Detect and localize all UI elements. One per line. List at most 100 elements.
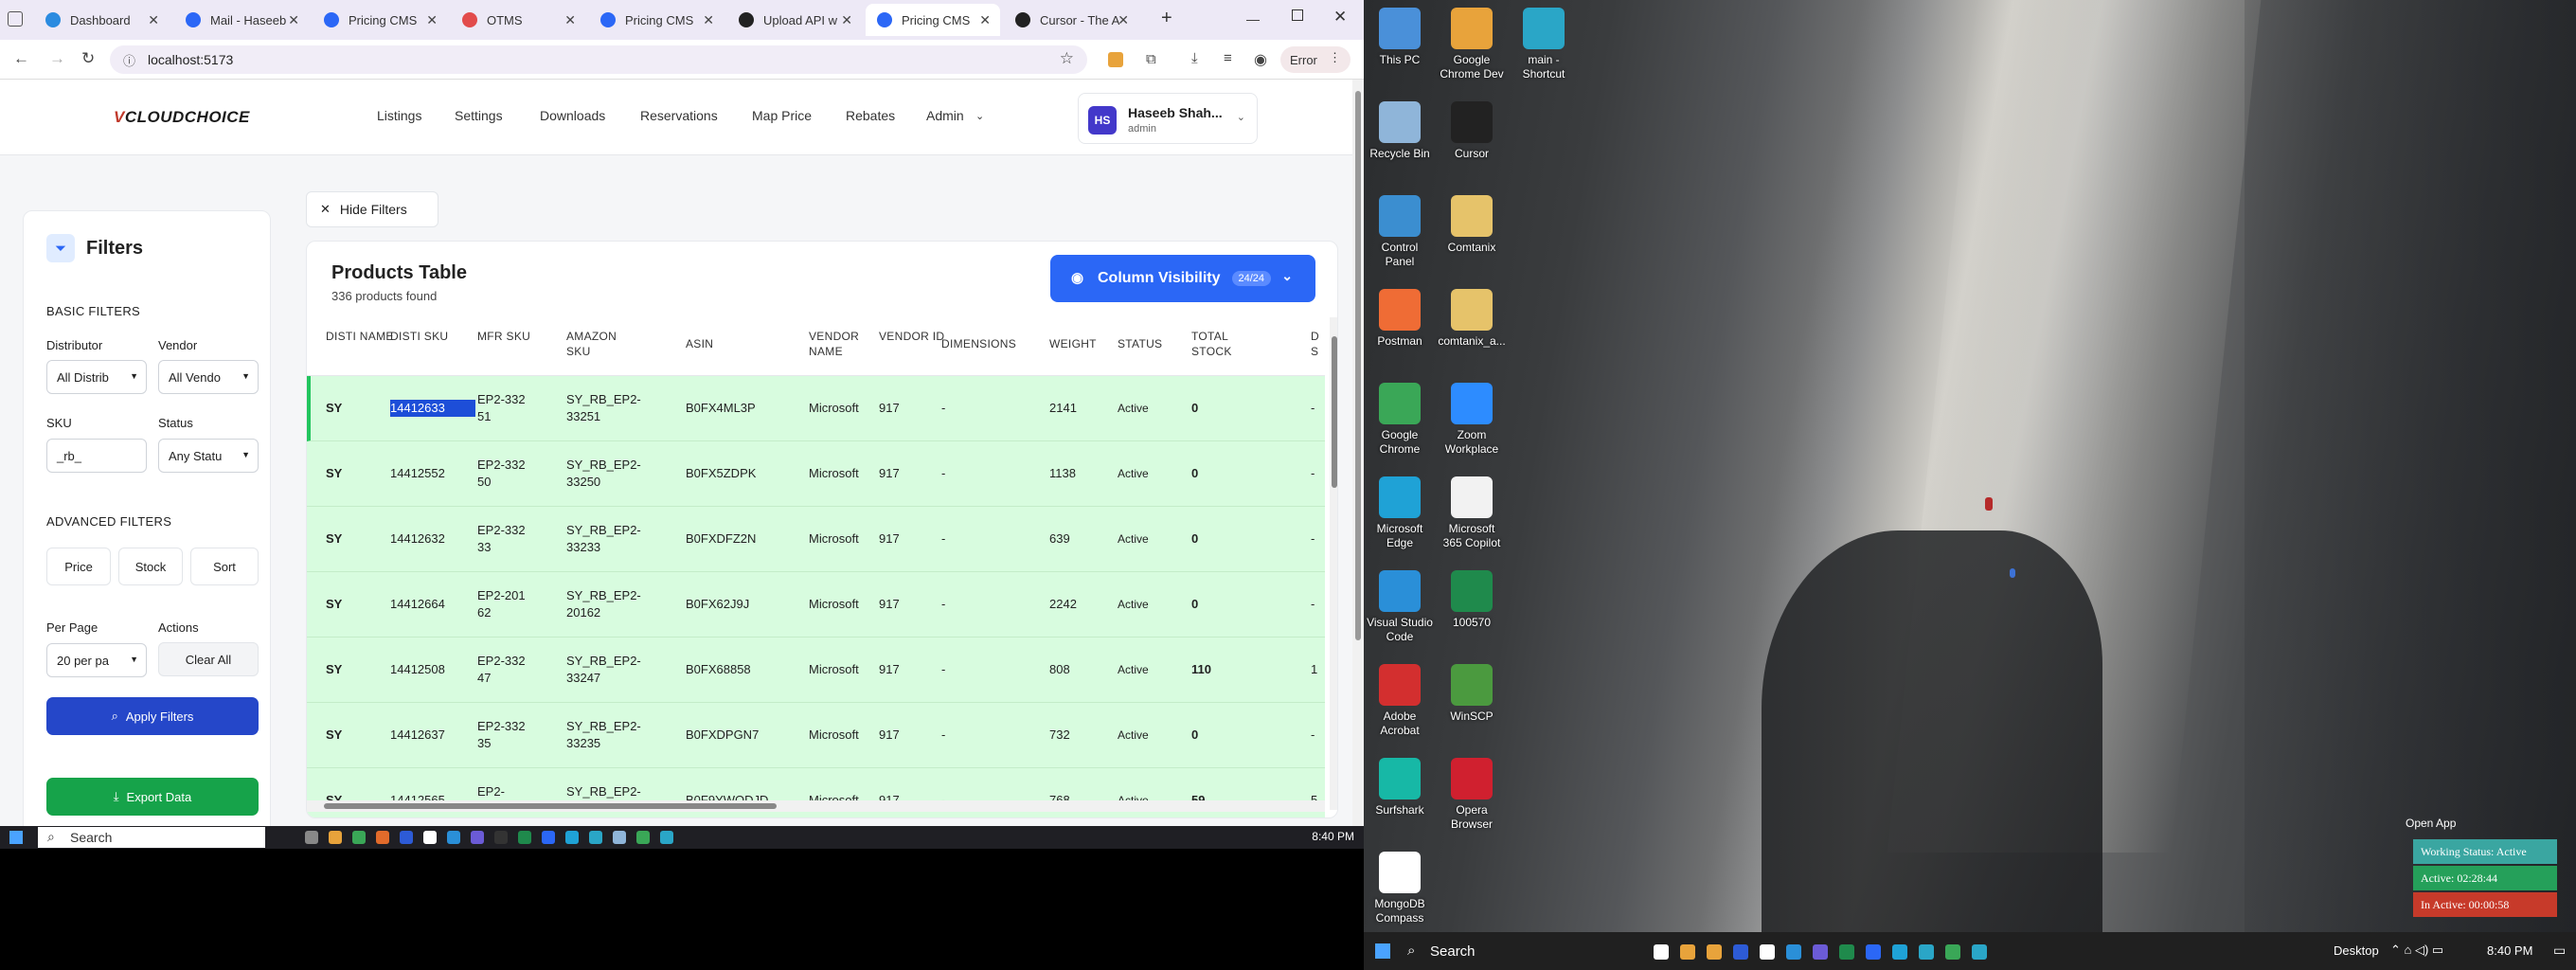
column-header[interactable]: D S — [1311, 329, 1328, 359]
taskbar-app-icon[interactable] — [305, 831, 318, 844]
profile-icon[interactable]: ◉ — [1254, 50, 1267, 69]
notification-icon[interactable]: ▭ — [2553, 943, 2566, 959]
close-icon[interactable]: ✕ — [703, 12, 714, 28]
taskbar-search-input[interactable]: ⌕ Search — [1398, 938, 1625, 964]
column-header[interactable]: DIMENSIONS — [941, 336, 1017, 351]
table-row[interactable]: SY 14412633 EP2-33251 SY_RB_EP2-33251 B0FX4M… — [307, 376, 1325, 441]
taskbar-app-icon[interactable] — [423, 831, 437, 844]
taskbar-app-icon[interactable] — [636, 831, 650, 844]
taskbar-app-icon[interactable] — [613, 831, 626, 844]
extension-icon[interactable] — [1108, 52, 1123, 67]
windows-start-icon[interactable] — [1375, 943, 1390, 959]
taskbar-app-icon[interactable] — [518, 831, 531, 844]
minimize-icon[interactable]: — — [1246, 11, 1260, 27]
desktop-icon-comtanix[interactable]: Comtanix — [1438, 195, 1506, 255]
close-icon[interactable]: ✕ — [979, 12, 991, 28]
taskbar-app-icon[interactable] — [1892, 944, 1907, 960]
tab-1[interactable]: Dashboard ✕ — [34, 4, 169, 36]
desktop-icon-google-chrome[interactable]: Google Chrome — [1366, 383, 1434, 457]
column-header[interactable]: MFR SKU — [477, 329, 544, 344]
desktop-icon-100570[interactable]: 100570 — [1438, 570, 1506, 630]
desktop-icon-zoom-workplace[interactable]: Zoom Workplace — [1438, 383, 1506, 457]
nav-item-listings[interactable]: Listings — [377, 108, 421, 123]
forward-icon[interactable]: → — [49, 49, 65, 68]
table-horizontal-scrollbar[interactable] — [307, 800, 1325, 812]
desktop-icon-mongodb-compass[interactable]: MongoDB Compass — [1366, 852, 1434, 925]
per-page-select[interactable]: 20 per pa ▼ — [46, 643, 147, 677]
stock-button[interactable]: Stock — [118, 548, 183, 585]
close-window-icon[interactable]: ✕ — [1333, 8, 1347, 27]
taskbar-app-icon[interactable] — [1680, 944, 1695, 960]
close-icon[interactable]: ✕ — [148, 12, 159, 28]
taskbar-app-icon[interactable] — [494, 831, 508, 844]
nav-item-downloads[interactable]: Downloads — [540, 108, 605, 123]
taskbar-app-icon[interactable] — [1786, 944, 1801, 960]
table-row[interactable]: SY 14412637 EP2-33235 SY_RB_EP2-33235 B0FXDP… — [307, 703, 1325, 768]
apply-filters-button[interactable]: ⌕ Apply Filters — [46, 697, 259, 735]
column-header[interactable]: ASIN — [686, 336, 761, 351]
maximize-icon[interactable] — [1292, 9, 1303, 21]
error-chip[interactable]: Error ⋮ — [1280, 46, 1351, 73]
taskbar-app-icon[interactable] — [1707, 944, 1722, 960]
close-icon[interactable]: ✕ — [564, 12, 576, 28]
desktop-icon-visual-studio-code[interactable]: Visual Studio Code — [1366, 570, 1434, 644]
taskbar-app-icon[interactable] — [1813, 944, 1828, 960]
site-info-icon[interactable]: ⓘ — [123, 51, 135, 69]
status-select[interactable]: Any Statu ▼ — [158, 439, 259, 473]
table-vertical-scrollbar[interactable] — [1330, 317, 1337, 810]
taskbar-search-input[interactable]: ⌕ Search — [38, 827, 265, 848]
user-menu[interactable]: HS Haseeb Shah... admin ⌄ — [1078, 93, 1258, 144]
desktop-icon-surfshark[interactable]: Surfshark — [1366, 758, 1434, 817]
desktop-icon-adobe-acrobat[interactable]: Adobe Acrobat — [1366, 664, 1434, 738]
nav-item-admin[interactable]: Admin — [926, 108, 964, 123]
scroll-thumb[interactable] — [324, 803, 777, 809]
url-input[interactable]: ⓘ localhost:5173 ☆ — [110, 45, 1087, 74]
desktop-icon-winscp[interactable]: WinSCP — [1438, 664, 1506, 724]
desktop-icon-google-chrome-dev[interactable]: Google Chrome Dev — [1438, 8, 1506, 81]
open-app-label[interactable]: Open App — [2406, 817, 2456, 830]
table-row[interactable]: SY 14412552 EP2-33250 SY_RB_EP2-33250 B0FX5Z… — [307, 441, 1325, 507]
taskbar-app-icon[interactable] — [1866, 944, 1881, 960]
taskbar-app-icon[interactable] — [376, 831, 389, 844]
table-row[interactable]: SY 14412508 EP2-33247 SY_RB_EP2-33247 B0FX68… — [307, 638, 1325, 703]
taskbar-app-icon[interactable] — [400, 831, 413, 844]
taskbar-app-icon[interactable] — [471, 831, 484, 844]
close-icon[interactable]: ✕ — [426, 12, 438, 28]
menu-dots-icon[interactable]: ⋮ — [1329, 50, 1341, 65]
taskbar-app-icon[interactable] — [1654, 944, 1669, 960]
export-data-button[interactable]: ⤓ Export Data — [46, 778, 259, 816]
tab-actions-icon[interactable] — [8, 11, 23, 27]
taskbar-app-icon[interactable] — [352, 831, 366, 844]
taskbar-app-icon[interactable] — [1733, 944, 1748, 960]
desktop-icon-microsoft-365-copilot[interactable]: Microsoft 365 Copilot — [1438, 476, 1506, 550]
desktop-icon-control-panel[interactable]: Control Panel — [1366, 195, 1434, 269]
desktop-icon-microsoft-edge[interactable]: Microsoft Edge — [1366, 476, 1434, 550]
brand-logo[interactable]: VCLOUDCHOICE — [114, 108, 250, 127]
vendor-select[interactable]: All Vendo ▼ — [158, 360, 259, 394]
close-icon[interactable]: ✕ — [841, 12, 852, 28]
tab-5[interactable]: Pricing CMS ✕ — [589, 4, 724, 36]
tab-4[interactable]: OTMS ✕ — [451, 4, 585, 36]
column-header[interactable]: TOTAL STOCK — [1191, 329, 1267, 359]
sku-input[interactable]: _rb_ — [46, 439, 147, 473]
taskbar-app-icon[interactable] — [589, 831, 602, 844]
new-tab-icon[interactable]: + — [1161, 8, 1172, 29]
taskbar-app-icon[interactable] — [1972, 944, 1987, 960]
tray-icons[interactable]: ⌃ ⌂ ◁) ▭ — [2390, 943, 2443, 958]
desktop-icon-recycle-bin[interactable]: Recycle Bin — [1366, 101, 1434, 161]
column-header[interactable]: STATUS — [1118, 336, 1193, 351]
nav-item-settings[interactable]: Settings — [455, 108, 503, 123]
column-header[interactable]: AMAZON SKU — [566, 329, 642, 359]
media-icon[interactable]: ≡ — [1224, 50, 1232, 66]
tab-6[interactable]: Upload API w ✕ — [727, 4, 862, 36]
desktop-icon-postman[interactable]: Postman — [1366, 289, 1434, 349]
taskbar-app-icon[interactable] — [565, 831, 579, 844]
scroll-thumb[interactable] — [1332, 336, 1337, 488]
desktop-icon-comtanix-a-[interactable]: comtanix_a... — [1438, 289, 1506, 349]
nav-item-map-price[interactable]: Map Price — [752, 108, 812, 123]
column-visibility-button[interactable]: ◉ Column Visibility 24/24 ⌄ — [1050, 255, 1315, 302]
table-row[interactable]: SY 14412632 EP2-33233 SY_RB_EP2-33233 B0FXDF… — [307, 507, 1325, 572]
taskbar-app-icon[interactable] — [329, 831, 342, 844]
clear-all-button[interactable]: Clear All — [158, 642, 259, 676]
column-header[interactable]: WEIGHT — [1049, 336, 1125, 351]
